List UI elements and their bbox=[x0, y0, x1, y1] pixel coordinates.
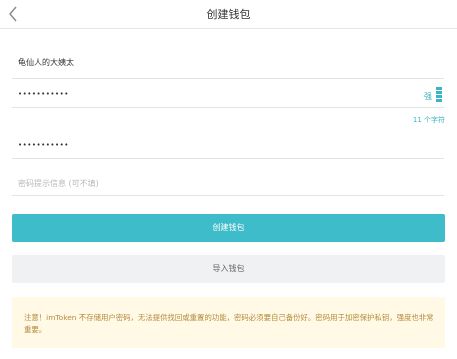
navigation-bar: 创建钱包 bbox=[0, 0, 457, 29]
wallet-name-field[interactable]: 龟仙人的大姨太 bbox=[12, 45, 444, 79]
import-wallet-button[interactable]: 导入钱包 bbox=[12, 255, 445, 283]
notice-box: 注意！imToken 不存储用户密码，无法提供找回或重置的功能，密码必须要自己备… bbox=[12, 297, 445, 348]
password-field[interactable]: ••••••••••• 强 bbox=[12, 82, 444, 108]
notice-text: 注意！imToken 不存储用户密码，无法提供找回或重置的功能，密码必须要自己备… bbox=[24, 313, 434, 334]
strength-bars-icon bbox=[436, 87, 442, 103]
password-strength-label: 强 bbox=[424, 92, 432, 101]
password-value: ••••••••••• bbox=[18, 90, 69, 98]
password-char-count: 11 个字符 bbox=[412, 116, 445, 124]
page-title: 创建钱包 bbox=[206, 8, 251, 21]
wallet-name-value: 龟仙人的大姨太 bbox=[18, 58, 74, 67]
repeat-password-value: ••••••••••• bbox=[18, 141, 69, 149]
create-wallet-button[interactable]: 创建钱包 bbox=[12, 214, 445, 242]
password-hint-placeholder: 密码提示信息 (可不填) bbox=[18, 179, 99, 188]
repeat-password-field[interactable]: ••••••••••• bbox=[12, 133, 444, 159]
password-hint-field[interactable]: 密码提示信息 (可不填) bbox=[12, 170, 444, 196]
